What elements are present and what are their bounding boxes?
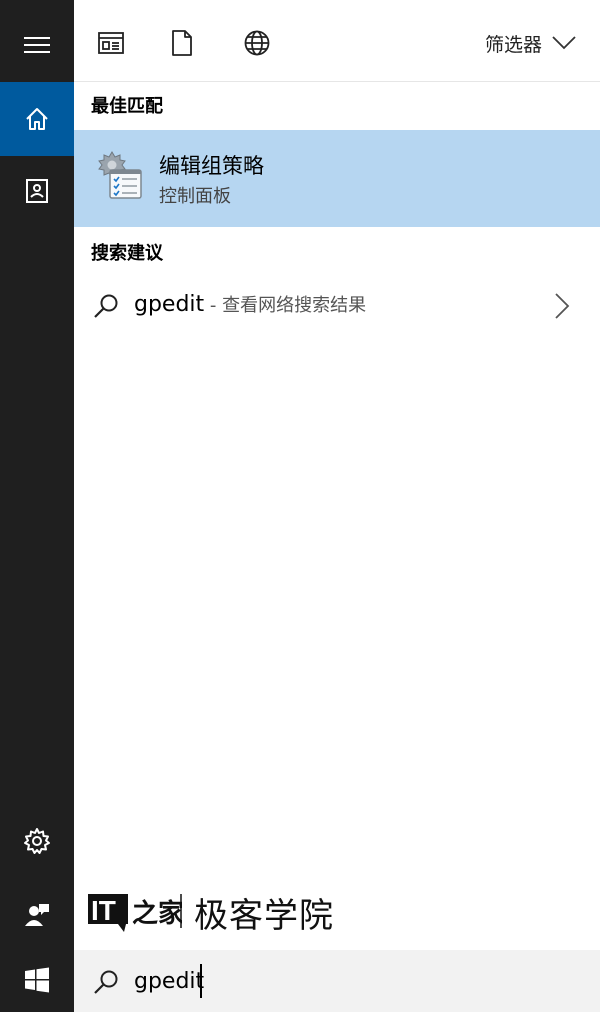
suggestion-item[interactable]: gpedit - 查看网络搜索结果 bbox=[74, 278, 600, 334]
document-icon bbox=[172, 30, 192, 56]
web-filter-button[interactable] bbox=[242, 28, 272, 58]
svg-text:之家: 之家 bbox=[132, 898, 182, 929]
suggestions-heading: 搜索建议 bbox=[91, 243, 163, 264]
suggestion-suffix: - 查看网络搜索结果 bbox=[204, 295, 367, 316]
chevron-right-icon[interactable] bbox=[554, 293, 570, 319]
search-input[interactable] bbox=[132, 962, 572, 1000]
suggestion-query: gpedit bbox=[134, 292, 205, 317]
watermark-text: 极客学院 bbox=[194, 895, 334, 936]
web-globe-icon bbox=[244, 30, 270, 56]
apps-filter-button[interactable] bbox=[96, 28, 126, 58]
filter-dropdown[interactable]: 筛选器 bbox=[485, 28, 576, 58]
best-match-subtitle: 控制面板 bbox=[159, 186, 231, 207]
search-icon bbox=[94, 294, 118, 318]
left-rail bbox=[0, 0, 74, 1012]
best-match-heading: 最佳匹配 bbox=[91, 96, 163, 117]
filter-toolbar: 筛选器 bbox=[74, 0, 600, 82]
start-button[interactable] bbox=[0, 948, 74, 1012]
best-match-title: 编辑组策略 bbox=[159, 154, 264, 178]
feedback-button[interactable] bbox=[0, 878, 74, 952]
suggestion-text: gpedit - 查看网络搜索结果 bbox=[134, 291, 366, 317]
notebook-button[interactable] bbox=[0, 154, 74, 228]
search-box[interactable] bbox=[74, 950, 600, 1012]
notebook-icon bbox=[26, 179, 48, 203]
search-icon bbox=[94, 970, 118, 994]
hamburger-menu-icon bbox=[24, 37, 50, 53]
ithome-logo: IT 之家 bbox=[88, 894, 182, 932]
chevron-down-icon bbox=[552, 36, 576, 50]
search-results-panel: 筛选器 最佳匹配 编辑组策略 控制面板 搜索建议 gpedit - 查看网络搜索… bbox=[74, 0, 600, 1012]
text-caret bbox=[200, 964, 202, 998]
gear-icon bbox=[24, 828, 50, 854]
best-match-result[interactable]: 编辑组策略 控制面板 bbox=[74, 130, 600, 227]
apps-icon bbox=[98, 32, 124, 54]
hamburger-menu-button[interactable] bbox=[0, 8, 74, 82]
home-button[interactable] bbox=[0, 82, 74, 156]
settings-button[interactable] bbox=[0, 804, 74, 878]
home-icon bbox=[26, 108, 48, 130]
watermark: IT 之家 极客学院 bbox=[88, 888, 334, 936]
filter-label: 筛选器 bbox=[484, 33, 542, 56]
windows-logo-icon bbox=[25, 967, 49, 993]
group-policy-app-icon bbox=[98, 151, 142, 199]
documents-filter-button[interactable] bbox=[167, 28, 197, 58]
feedback-person-icon bbox=[25, 904, 49, 926]
svg-text:IT: IT bbox=[91, 895, 116, 926]
